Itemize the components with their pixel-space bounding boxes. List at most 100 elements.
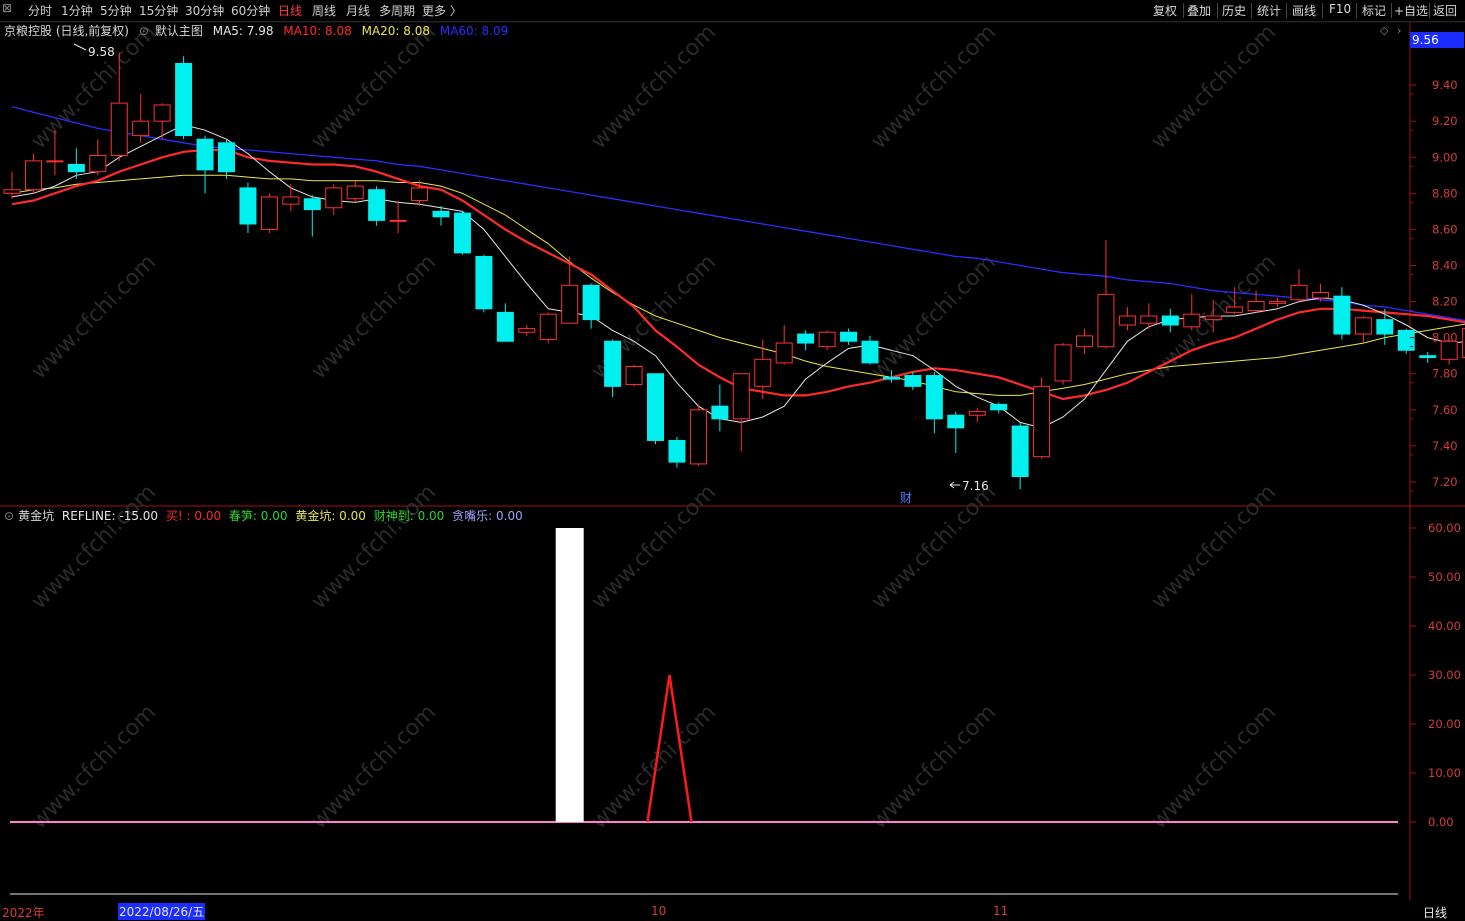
y-tick-label: 8.80 — [1432, 186, 1458, 200]
candle-body — [1226, 306, 1244, 313]
candle-body — [904, 375, 922, 387]
candle-body — [947, 414, 965, 429]
candle-body — [668, 439, 686, 463]
watermark-text: www.cfchi.com — [1147, 700, 1281, 834]
candle-body — [1011, 425, 1029, 478]
y-tick-label: 9.20 — [1432, 114, 1458, 128]
candle-body — [175, 62, 193, 137]
month-label-nov: 11 — [993, 904, 1009, 918]
y-tick-label: 8.40 — [1432, 258, 1458, 272]
candle-body — [1161, 315, 1179, 326]
candle-body — [1247, 301, 1265, 312]
candle-body — [389, 219, 407, 222]
sub-y-tick-label: 20.00 — [1428, 717, 1461, 731]
candle-body — [475, 255, 493, 310]
ma60-label: MA60: 8.09 — [439, 24, 509, 38]
candle-body — [1269, 301, 1287, 304]
indicator-name[interactable]: 黄金坑 — [18, 509, 54, 523]
candle-body — [1183, 313, 1201, 328]
candle-body — [1054, 344, 1072, 382]
watermark-text: www.cfchi.com — [587, 700, 721, 834]
candle-body — [3, 189, 21, 194]
candle-body — [882, 376, 900, 380]
candle-body — [218, 142, 235, 173]
candle-body — [539, 313, 557, 340]
watermark-text: www.cfchi.com — [307, 480, 441, 614]
candle-body — [754, 358, 772, 387]
chart-name[interactable]: 默认主图 — [155, 24, 203, 38]
sub-y-tick-label: 30.00 — [1428, 668, 1461, 682]
candle-body — [797, 333, 815, 344]
candle-body — [968, 411, 986, 416]
candle-body — [689, 409, 707, 465]
candle-body — [861, 340, 879, 364]
kline-chart[interactable]: www.cfchi.com www.cfchi.com www.cfchi.com w… — [0, 0, 1465, 921]
candle-body — [818, 331, 836, 348]
candle-body — [775, 342, 793, 364]
candle-body — [153, 104, 171, 122]
candle-body — [1311, 292, 1329, 299]
chunsun-label: 春笋: 0.00 — [228, 509, 288, 523]
candle-body — [303, 198, 321, 211]
huangjinkeng-label: 黄金坑: 0.00 — [295, 509, 366, 523]
cursor-date-label: 2022/08/26/五 — [118, 903, 206, 920]
candle-body — [1204, 315, 1222, 321]
watermark-text: www.cfchi.com — [307, 20, 441, 154]
watermark-text: www.cfchi.com — [867, 250, 1001, 384]
low-price-label: 7.16 — [962, 479, 989, 493]
candle-body — [1076, 335, 1093, 348]
candle-body — [46, 160, 64, 163]
candle-body — [346, 185, 364, 200]
watermark-text: www.cfchi.com — [587, 20, 721, 154]
buy-label: 买! : 0.00 — [165, 509, 222, 523]
candle-body — [432, 210, 450, 218]
event-marker[interactable]: 财 — [900, 491, 912, 505]
time-axis: 2022年 2022/08/26/五 10 11 日线 — [0, 900, 1465, 921]
y-tick-label: 9.00 — [1432, 150, 1458, 164]
month-label-oct: 10 — [651, 904, 667, 918]
watermark-text: www.cfchi.com — [307, 250, 441, 384]
candle-body — [24, 160, 42, 191]
candle-body — [582, 284, 600, 321]
candle-body — [1033, 385, 1051, 458]
candle-body — [625, 366, 643, 386]
watermark-text: www.cfchi.com — [27, 480, 161, 614]
candle-body — [67, 163, 85, 173]
candle-body — [260, 196, 278, 230]
watermark-text: www.cfchi.com — [867, 480, 1001, 614]
caishendao-label: 财神到: 0.00 — [373, 509, 445, 523]
current-price-tag: 9.56 — [1410, 32, 1464, 48]
candle-body — [196, 138, 214, 171]
chart-name-toggle-icon[interactable]: ⊙ — [139, 24, 149, 38]
watermark-text: www.cfchi.com — [587, 480, 721, 614]
candle-body — [711, 405, 729, 420]
candle-body — [1097, 293, 1115, 348]
candle-body — [1118, 315, 1136, 326]
ma5-label: MA5: 7.98 — [212, 24, 274, 38]
sub-y-tick-label: 60.00 — [1428, 521, 1461, 535]
period-label: 日线 — [1423, 906, 1448, 920]
candle-body — [496, 311, 514, 342]
y-tick-label: 7.40 — [1432, 439, 1458, 453]
stock-title[interactable]: 京粮控股 (日线,前复权) — [4, 24, 129, 38]
candle-body — [604, 340, 622, 387]
candle-body — [411, 187, 429, 202]
candle-body — [1397, 329, 1415, 351]
ma10-label: MA10: 8.08 — [283, 24, 352, 38]
candle-body — [840, 331, 858, 342]
candle-body — [732, 373, 750, 420]
candle-body — [1419, 355, 1437, 358]
candle-body — [239, 187, 257, 225]
candle-body — [925, 375, 943, 420]
y-tick-label: 8.20 — [1432, 295, 1458, 309]
high-price-label: 9.58 — [88, 45, 115, 59]
refline-label: REFLINE: -15.00 — [61, 509, 159, 523]
candle-body — [1354, 317, 1372, 335]
candle-body — [132, 120, 150, 137]
indicator-toggle-icon[interactable]: ⊙ — [4, 509, 14, 523]
high-pointer-icon — [73, 43, 87, 51]
candle-body — [325, 187, 343, 209]
y-tick-label: 8.60 — [1432, 222, 1458, 236]
candle-body — [368, 189, 386, 221]
watermark-text: www.cfchi.com — [27, 700, 161, 834]
